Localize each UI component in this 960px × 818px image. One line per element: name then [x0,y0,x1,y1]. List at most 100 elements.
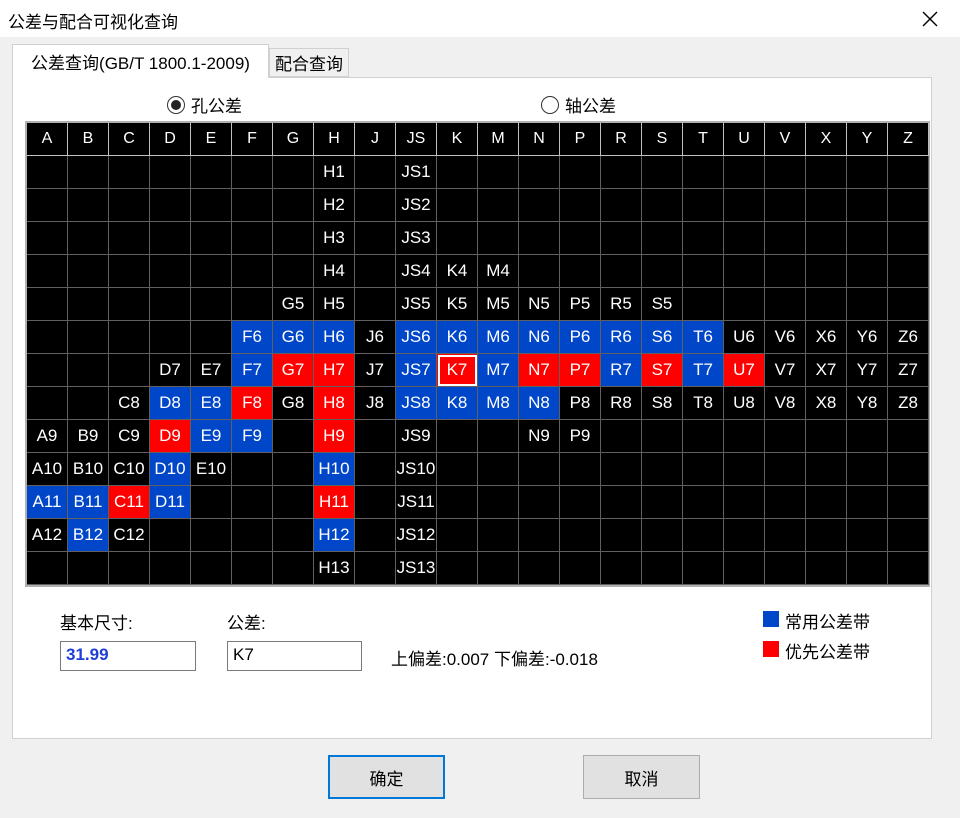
tolerance-cell-js3[interactable]: JS3 [396,222,437,255]
tolerance-cell-g6[interactable]: G6 [273,321,314,354]
tolerance-cell-js5[interactable]: JS5 [396,288,437,321]
basic-size-field[interactable]: 31.99 [60,641,196,671]
tolerance-cell-m5[interactable]: M5 [478,288,519,321]
tolerance-cell-v6[interactable]: V6 [765,321,806,354]
tolerance-cell-c12[interactable]: C12 [109,519,150,552]
tolerance-cell-v8[interactable]: V8 [765,387,806,420]
tolerance-cell-js12[interactable]: JS12 [396,519,437,552]
tolerance-cell-m7[interactable]: M7 [478,354,519,387]
tolerance-cell-js4[interactable]: JS4 [396,255,437,288]
tolerance-cell-c8[interactable]: C8 [109,387,150,420]
tolerance-cell-k8[interactable]: K8 [437,387,478,420]
tolerance-cell-n9[interactable]: N9 [519,420,560,453]
tolerance-cell-n8[interactable]: N8 [519,387,560,420]
tolerance-cell-h11[interactable]: H11 [314,486,355,519]
tolerance-cell-e8[interactable]: E8 [191,387,232,420]
tolerance-cell-h13[interactable]: H13 [314,552,355,585]
tolerance-cell-d10[interactable]: D10 [150,453,191,486]
tolerance-cell-e10[interactable]: E10 [191,453,232,486]
tolerance-cell-m4[interactable]: M4 [478,255,519,288]
tolerance-cell-m8[interactable]: M8 [478,387,519,420]
tolerance-cell-g7[interactable]: G7 [273,354,314,387]
tolerance-cell-z7[interactable]: Z7 [888,354,929,387]
tolerance-cell-c9[interactable]: C9 [109,420,150,453]
tolerance-cell-n5[interactable]: N5 [519,288,560,321]
tolerance-cell-p9[interactable]: P9 [560,420,601,453]
tolerance-cell-h7[interactable]: H7 [314,354,355,387]
tolerance-cell-p8[interactable]: P8 [560,387,601,420]
tolerance-cell-b11[interactable]: B11 [68,486,109,519]
tolerance-cell-k6[interactable]: K6 [437,321,478,354]
tolerance-cell-u7[interactable]: U7 [724,354,765,387]
tolerance-cell-n6[interactable]: N6 [519,321,560,354]
tolerance-cell-v7[interactable]: V7 [765,354,806,387]
tolerance-cell-js1[interactable]: JS1 [396,156,437,189]
tolerance-cell-js11[interactable]: JS11 [396,486,437,519]
tolerance-cell-f6[interactable]: F6 [232,321,273,354]
tolerance-cell-r5[interactable]: R5 [601,288,642,321]
cancel-button[interactable]: 取消 [583,755,700,799]
tab-tolerance-query[interactable]: 公差查询(GB/T 1800.1-2009) [12,44,269,78]
tolerance-cell-h5[interactable]: H5 [314,288,355,321]
tolerance-cell-s8[interactable]: S8 [642,387,683,420]
tolerance-cell-s5[interactable]: S5 [642,288,683,321]
tolerance-cell-c10[interactable]: C10 [109,453,150,486]
tolerance-cell-n7[interactable]: N7 [519,354,560,387]
tolerance-cell-r6[interactable]: R6 [601,321,642,354]
tolerance-cell-j7[interactable]: J7 [355,354,396,387]
tolerance-cell-x7[interactable]: X7 [806,354,847,387]
tolerance-cell-u6[interactable]: U6 [724,321,765,354]
tolerance-cell-x6[interactable]: X6 [806,321,847,354]
tolerance-cell-g8[interactable]: G8 [273,387,314,420]
tolerance-cell-a9[interactable]: A9 [27,420,68,453]
tolerance-cell-r7[interactable]: R7 [601,354,642,387]
tolerance-cell-h3[interactable]: H3 [314,222,355,255]
tolerance-cell-k5[interactable]: K5 [437,288,478,321]
tolerance-field[interactable]: K7 [227,641,362,671]
tolerance-cell-p7[interactable]: P7 [560,354,601,387]
tolerance-cell-h6[interactable]: H6 [314,321,355,354]
shaft-radio[interactable] [541,95,559,114]
tolerance-cell-z6[interactable]: Z6 [888,321,929,354]
hole-radio-group[interactable]: 孔公差 [167,92,242,117]
tolerance-cell-js8[interactable]: JS8 [396,387,437,420]
tolerance-cell-g5[interactable]: G5 [273,288,314,321]
tolerance-cell-t8[interactable]: T8 [683,387,724,420]
tolerance-cell-b12[interactable]: B12 [68,519,109,552]
tolerance-cell-p6[interactable]: P6 [560,321,601,354]
tolerance-cell-js6[interactable]: JS6 [396,321,437,354]
tolerance-cell-h2[interactable]: H2 [314,189,355,222]
tolerance-cell-k7[interactable]: K7 [437,354,478,387]
tolerance-cell-js2[interactable]: JS2 [396,189,437,222]
tolerance-cell-u8[interactable]: U8 [724,387,765,420]
tolerance-cell-m6[interactable]: M6 [478,321,519,354]
tolerance-cell-z8[interactable]: Z8 [888,387,929,420]
tolerance-cell-k4[interactable]: K4 [437,255,478,288]
tolerance-cell-x8[interactable]: X8 [806,387,847,420]
tolerance-cell-e9[interactable]: E9 [191,420,232,453]
tolerance-cell-t7[interactable]: T7 [683,354,724,387]
tolerance-cell-h1[interactable]: H1 [314,156,355,189]
tolerance-cell-j6[interactable]: J6 [355,321,396,354]
tolerance-cell-h8[interactable]: H8 [314,387,355,420]
tolerance-cell-f9[interactable]: F9 [232,420,273,453]
tolerance-cell-s6[interactable]: S6 [642,321,683,354]
tolerance-cell-js13[interactable]: JS13 [396,552,437,585]
tolerance-cell-d11[interactable]: D11 [150,486,191,519]
hole-radio[interactable] [167,95,185,114]
tolerance-cell-js7[interactable]: JS7 [396,354,437,387]
tolerance-cell-y8[interactable]: Y8 [847,387,888,420]
tolerance-cell-d9[interactable]: D9 [150,420,191,453]
tolerance-cell-s7[interactable]: S7 [642,354,683,387]
tolerance-cell-b10[interactable]: B10 [68,453,109,486]
close-button[interactable] [900,0,960,37]
tolerance-cell-t6[interactable]: T6 [683,321,724,354]
tolerance-cell-p5[interactable]: P5 [560,288,601,321]
shaft-radio-group[interactable]: 轴公差 [541,92,616,117]
tolerance-cell-r8[interactable]: R8 [601,387,642,420]
tolerance-cell-b9[interactable]: B9 [68,420,109,453]
tolerance-cell-d8[interactable]: D8 [150,387,191,420]
tolerance-cell-f8[interactable]: F8 [232,387,273,420]
tolerance-cell-h12[interactable]: H12 [314,519,355,552]
tolerance-cell-h4[interactable]: H4 [314,255,355,288]
